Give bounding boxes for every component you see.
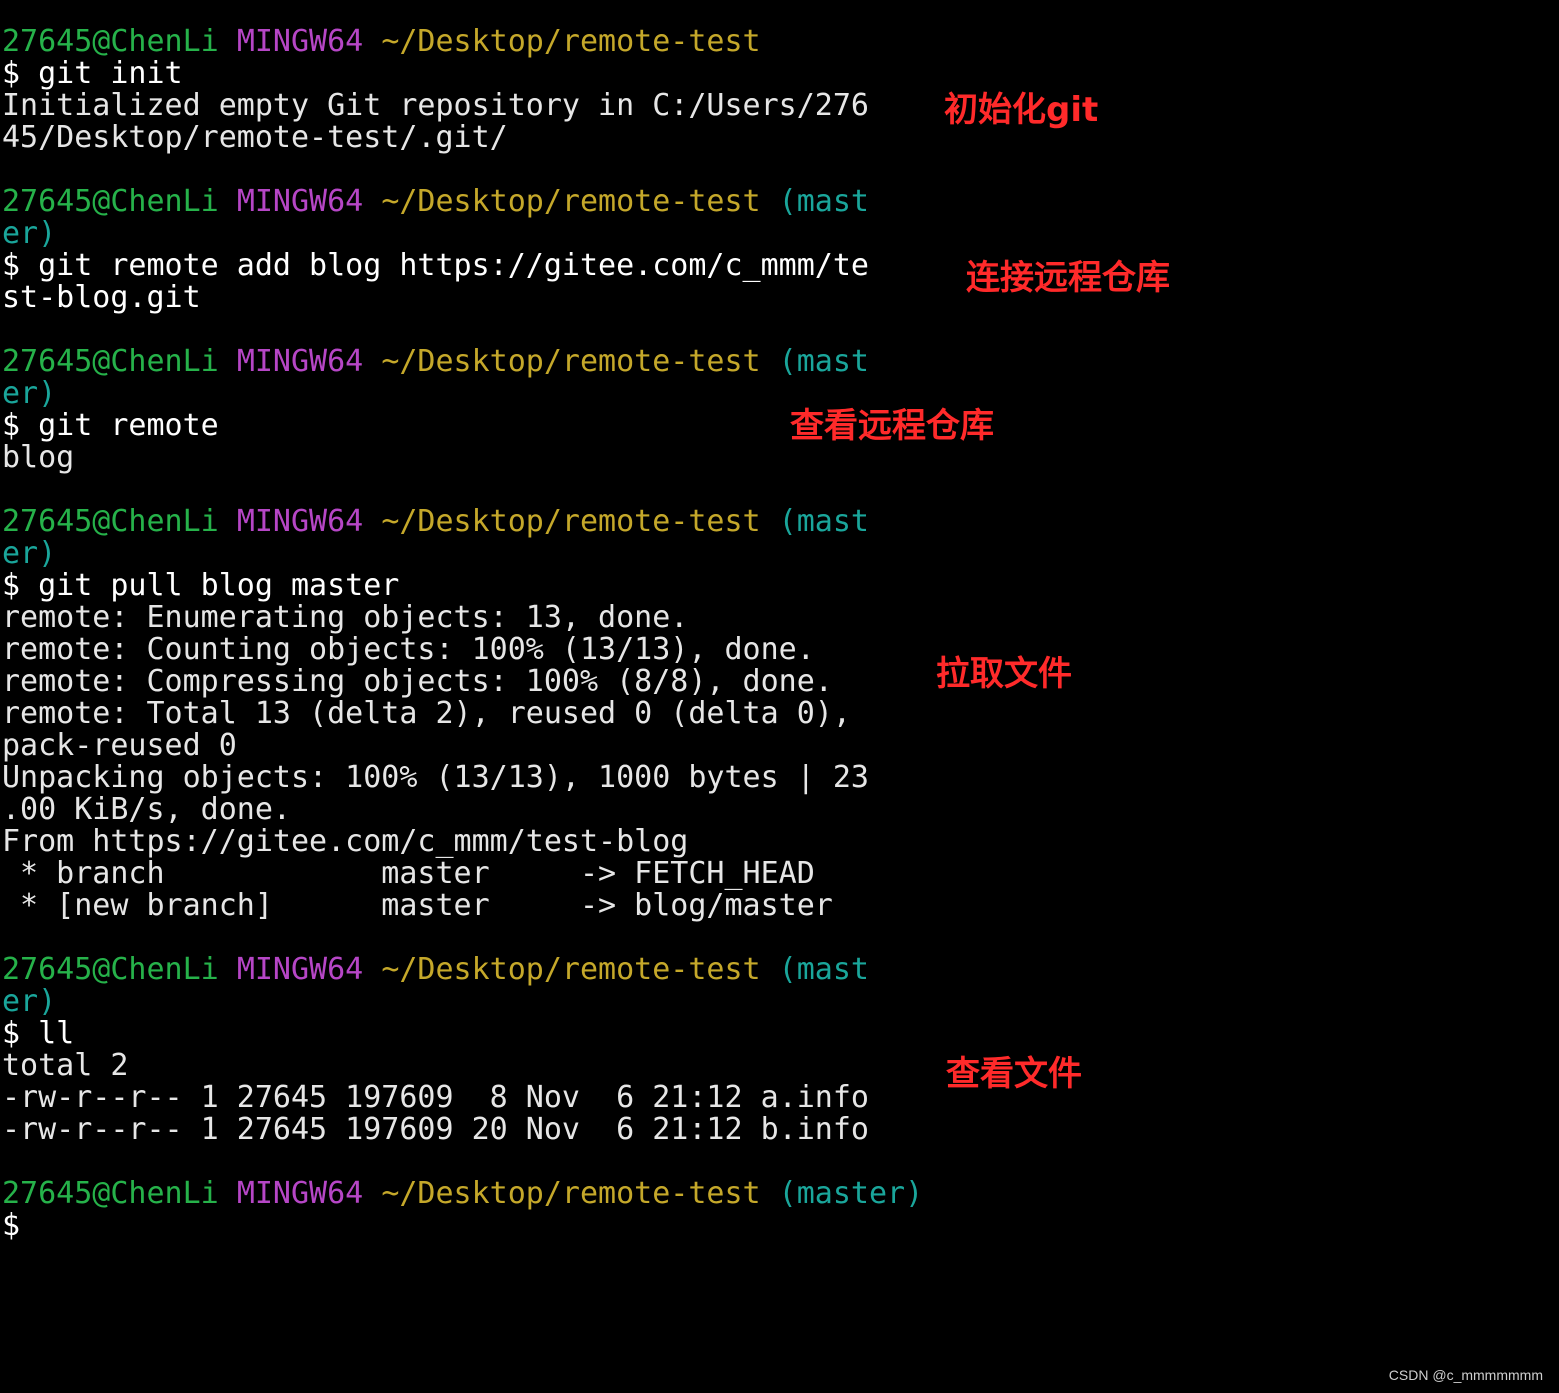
prompt-branch: (master) <box>778 1176 924 1211</box>
output-line: From https://gitee.com/c_mmm/test-blog <box>2 824 689 859</box>
output-line: total 2 <box>2 1048 129 1083</box>
output-line: * [new branch] master -> blog/master <box>2 888 833 923</box>
prompt-symbol: $ <box>2 248 21 283</box>
annotation-view-files: 查看文件 <box>946 1054 1082 1094</box>
prompt-user: 27645@ChenLi <box>2 1176 219 1211</box>
output-line: pack-reused 0 <box>2 728 237 763</box>
prompt-line: 27645@ChenLi MINGW64 ~/Desktop/remote-te… <box>2 26 761 58</box>
prompt-host: MINGW64 <box>236 952 364 987</box>
prompt-symbol: $ <box>2 408 21 443</box>
prompt-user: 27645@ChenLi <box>2 344 219 379</box>
prompt-host: MINGW64 <box>236 1176 364 1211</box>
prompt-branch: (mast <box>778 344 869 379</box>
annotation-view-remote: 查看远程仓库 <box>790 406 994 446</box>
command-line: $ git init <box>2 58 183 90</box>
prompt-branch-wrap: er) <box>2 536 57 571</box>
prompt-line: 27645@ChenLi MINGW64 ~/Desktop/remote-te… <box>2 1178 923 1210</box>
prompt-host: MINGW64 <box>236 344 364 379</box>
prompt-symbol: $ <box>2 1016 21 1051</box>
prompt-branch: (mast <box>778 952 869 987</box>
prompt-host: MINGW64 <box>236 184 364 219</box>
command-line: $ git pull blog master <box>2 570 399 602</box>
terminal-window[interactable]: 27645@ChenLi MINGW64 ~/Desktop/remote-te… <box>0 0 1559 1393</box>
prompt-branch: (mast <box>778 504 869 539</box>
command-text: git init <box>38 56 183 91</box>
prompt-host: MINGW64 <box>236 24 364 59</box>
prompt-user: 27645@ChenLi <box>2 504 219 539</box>
output-line: * branch master -> FETCH_HEAD <box>2 856 815 891</box>
command-text: git remote add blog https://gitee.com/c_… <box>38 248 869 283</box>
output-line: Initialized empty Git repository in C:/U… <box>2 88 869 123</box>
prompt-line: 27645@ChenLi MINGW64 ~/Desktop/remote-te… <box>2 346 869 378</box>
prompt-path: ~/Desktop/remote-test <box>381 504 761 539</box>
prompt-symbol: $ <box>2 1208 21 1243</box>
output-line: Unpacking objects: 100% (13/13), 1000 by… <box>2 760 869 795</box>
prompt-user: 27645@ChenLi <box>2 184 219 219</box>
command-line: $ git remote add blog https://gitee.com/… <box>2 250 869 282</box>
prompt-symbol: $ <box>2 568 21 603</box>
prompt-branch-wrap: er) <box>2 216 57 251</box>
output-line: blog <box>2 440 75 475</box>
annotation-connect: 连接远程仓库 <box>966 258 1170 298</box>
output-line: remote: Enumerating objects: 13, done. <box>2 600 689 635</box>
command-text: ll <box>38 1016 75 1051</box>
output-line: 45/Desktop/remote-test/.git/ <box>2 120 508 155</box>
prompt-branch: (mast <box>778 184 869 219</box>
prompt-path: ~/Desktop/remote-test <box>381 24 761 59</box>
prompt-user: 27645@ChenLi <box>2 952 219 987</box>
prompt-branch-wrap: er) <box>2 376 57 411</box>
output-line: -rw-r--r-- 1 27645 197609 20 Nov 6 21:12… <box>2 1112 869 1147</box>
annotation-init: 初始化git <box>944 90 1099 130</box>
output-line: remote: Compressing objects: 100% (8/8),… <box>2 664 833 699</box>
prompt-line: 27645@ChenLi MINGW64 ~/Desktop/remote-te… <box>2 186 869 218</box>
prompt-path: ~/Desktop/remote-test <box>381 952 761 987</box>
prompt-line: 27645@ChenLi MINGW64 ~/Desktop/remote-te… <box>2 506 869 538</box>
watermark: CSDN @c_mmmmmmm <box>1388 1367 1543 1383</box>
input-line[interactable]: $ <box>2 1210 20 1242</box>
command-text: git pull blog master <box>38 568 400 603</box>
prompt-path: ~/Desktop/remote-test <box>381 184 761 219</box>
prompt-symbol: $ <box>2 56 21 91</box>
prompt-host: MINGW64 <box>236 504 364 539</box>
prompt-user: 27645@ChenLi <box>2 24 219 59</box>
command-line: $ git remote <box>2 410 219 442</box>
prompt-path: ~/Desktop/remote-test <box>381 344 761 379</box>
output-line: remote: Counting objects: 100% (13/13), … <box>2 632 815 667</box>
command-line: $ ll <box>2 1018 74 1050</box>
prompt-path: ~/Desktop/remote-test <box>381 1176 761 1211</box>
prompt-branch-wrap: er) <box>2 984 57 1019</box>
output-line: -rw-r--r-- 1 27645 197609 8 Nov 6 21:12 … <box>2 1080 869 1115</box>
command-text: git remote <box>38 408 219 443</box>
output-line: remote: Total 13 (delta 2), reused 0 (de… <box>2 696 851 731</box>
command-wrap: st-blog.git <box>2 280 201 315</box>
annotation-pull: 拉取文件 <box>936 654 1072 694</box>
output-line: .00 KiB/s, done. <box>2 792 291 827</box>
prompt-line: 27645@ChenLi MINGW64 ~/Desktop/remote-te… <box>2 954 869 986</box>
